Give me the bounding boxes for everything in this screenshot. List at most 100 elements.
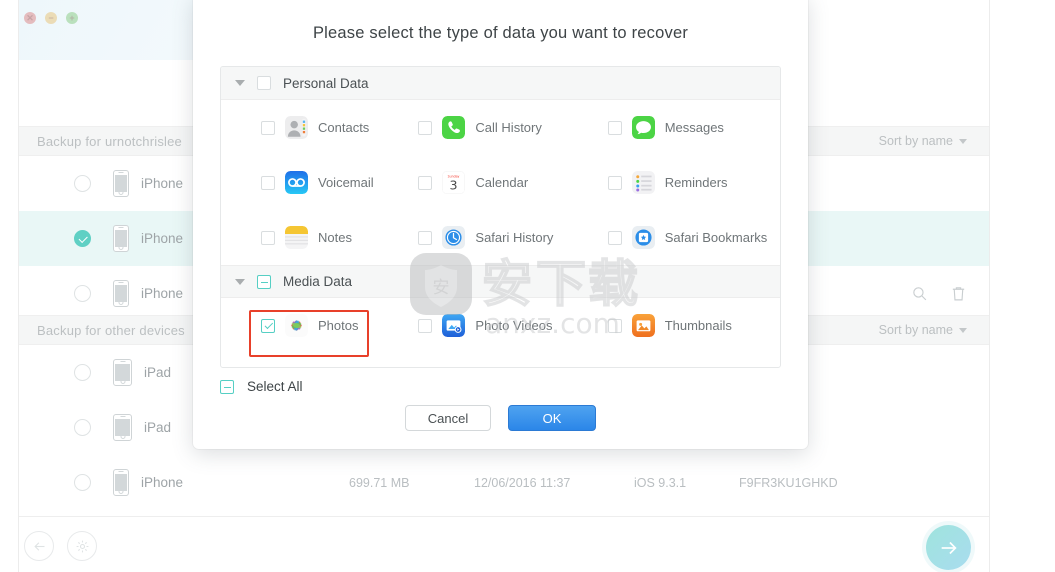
disclosure-triangle-icon[interactable] bbox=[235, 278, 245, 285]
data-type-photos[interactable]: Photos bbox=[221, 314, 410, 337]
ipad-device-icon bbox=[113, 359, 132, 386]
device-udid: F9FR3KU1GHKD bbox=[739, 475, 838, 490]
checkbox-messages[interactable] bbox=[607, 120, 622, 135]
reminders-icon bbox=[631, 171, 655, 194]
disclosure-triangle-icon[interactable] bbox=[235, 80, 245, 86]
checkbox-voicemail[interactable] bbox=[261, 175, 275, 190]
next-arrow-icon bbox=[941, 541, 957, 554]
iphone-device-icon bbox=[113, 225, 129, 252]
next-button[interactable] bbox=[926, 525, 971, 570]
dialog-title: Please select the type of data you want … bbox=[312, 24, 689, 42]
item-label: Photos bbox=[318, 318, 359, 333]
data-type-safari-bookmarks[interactable]: Safari Bookmarks bbox=[600, 226, 780, 249]
ok-button[interactable]: OK bbox=[508, 405, 596, 431]
photo-videos-icon bbox=[442, 314, 466, 337]
checkbox-safari-bookmarks[interactable] bbox=[607, 230, 622, 245]
chevron-down-icon bbox=[959, 327, 967, 333]
item-label: Voicemail bbox=[318, 175, 374, 190]
table-row[interactable]: iPhone 699.71 MB 12/06/2016 11:37 iOS 9.… bbox=[19, 455, 989, 510]
chevron-down-icon bbox=[959, 138, 967, 144]
item-label: Reminders bbox=[664, 175, 728, 190]
section-checkbox-personal-data[interactable] bbox=[257, 76, 271, 90]
item-label: Messages bbox=[664, 120, 724, 135]
grid-row: Contacts Call History Messages bbox=[221, 100, 780, 155]
checkbox-call-history[interactable] bbox=[418, 120, 433, 135]
section-header-personal-data[interactable]: Personal Data bbox=[221, 67, 780, 100]
data-type-reminders[interactable]: Reminders bbox=[600, 171, 780, 194]
data-type-contacts[interactable]: Contacts bbox=[221, 116, 410, 139]
calendar-icon: Sunday 3 bbox=[442, 171, 466, 194]
personal-data-grid: Contacts Call History Messages Voicemail… bbox=[221, 100, 780, 265]
row-select-radio[interactable] bbox=[74, 175, 91, 192]
backup-date: 12/06/2016 11:37 bbox=[474, 475, 571, 490]
photos-icon bbox=[285, 314, 308, 337]
data-type-messages[interactable]: Messages bbox=[600, 116, 780, 139]
sort-by-name-dropdown-1[interactable]: Sort by name bbox=[879, 323, 967, 337]
data-type-voicemail[interactable]: Voicemail bbox=[221, 171, 410, 194]
device-name: iPhone bbox=[141, 475, 184, 490]
data-type-call-history[interactable]: Call History bbox=[410, 116, 599, 139]
iphone-device-icon bbox=[113, 280, 129, 307]
grid-row: Voicemail Sunday 3 Calendar Reminders bbox=[221, 155, 780, 210]
phone-icon bbox=[442, 116, 466, 139]
group-title: Backup for other devices bbox=[37, 322, 185, 338]
checkbox-photos[interactable] bbox=[261, 318, 275, 333]
safari-bookmarks-icon bbox=[631, 226, 655, 249]
row-select-radio[interactable] bbox=[74, 419, 91, 436]
row-select-radio[interactable] bbox=[74, 474, 91, 491]
item-label: Photo Videos bbox=[475, 318, 553, 333]
checkbox-thumbnails[interactable] bbox=[607, 318, 622, 333]
item-label: Notes bbox=[318, 230, 352, 245]
item-label: Thumbnails bbox=[664, 318, 732, 333]
section-label: Personal Data bbox=[283, 75, 369, 91]
recover-data-type-dialog: Please select the type of data you want … bbox=[193, 0, 808, 449]
search-icon[interactable] bbox=[911, 285, 928, 302]
select-all-control[interactable]: Select All bbox=[220, 379, 303, 394]
iphone-device-icon bbox=[113, 170, 129, 197]
checkbox-safari-history[interactable] bbox=[418, 230, 433, 245]
row-actions bbox=[911, 285, 967, 302]
dialog-footer: Select All Cancel OK bbox=[193, 369, 808, 449]
gear-icon bbox=[76, 540, 88, 552]
data-type-calendar[interactable]: Sunday 3 Calendar bbox=[410, 171, 599, 194]
item-label: Safari History bbox=[475, 230, 554, 245]
thumbnails-icon bbox=[631, 314, 655, 337]
iphone-device-icon bbox=[113, 469, 129, 496]
row-select-radio[interactable] bbox=[74, 230, 91, 247]
data-type-panel: Personal Data Contacts Call History Mess… bbox=[220, 66, 781, 368]
screen: ✕ − + Backup for urnotchrislee Sort by n… bbox=[0, 0, 1055, 572]
data-type-thumbnails[interactable]: Thumbnails bbox=[600, 314, 780, 337]
media-data-grid: Photos Photo Videos Thumbnails bbox=[221, 298, 780, 353]
sort-label-text: Sort by name bbox=[878, 134, 953, 148]
row-select-radio[interactable] bbox=[74, 364, 91, 381]
sort-by-name-dropdown-0[interactable]: Sort by name bbox=[879, 134, 967, 148]
checkbox-reminders[interactable] bbox=[607, 175, 622, 190]
item-label: Contacts bbox=[318, 120, 370, 135]
back-arrow-icon bbox=[33, 541, 44, 551]
data-type-safari-history[interactable]: Safari History bbox=[410, 226, 599, 249]
item-label: Safari Bookmarks bbox=[664, 230, 768, 245]
section-header-media-data[interactable]: Media Data bbox=[221, 265, 780, 298]
ios-version: iOS 9.3.1 bbox=[634, 475, 687, 490]
data-type-photo-videos[interactable]: Photo Videos bbox=[410, 314, 599, 337]
dialog-button-row: Cancel OK bbox=[193, 405, 808, 431]
item-label: Call History bbox=[475, 120, 542, 135]
checkbox-calendar[interactable] bbox=[418, 175, 433, 190]
voicemail-icon bbox=[285, 171, 308, 194]
data-type-notes[interactable]: Notes bbox=[221, 226, 410, 249]
contacts-icon bbox=[285, 116, 308, 139]
settings-button[interactable] bbox=[67, 531, 97, 561]
backup-size: 699.71 MB bbox=[349, 475, 410, 490]
section-checkbox-media-data[interactable] bbox=[257, 274, 271, 289]
messages-icon bbox=[631, 116, 655, 139]
cancel-button[interactable]: Cancel bbox=[405, 405, 491, 431]
row-select-radio[interactable] bbox=[74, 285, 91, 302]
checkbox-contacts[interactable] bbox=[261, 120, 275, 135]
trash-icon[interactable] bbox=[950, 285, 967, 302]
checkbox-notes[interactable] bbox=[261, 230, 275, 245]
back-button[interactable] bbox=[24, 531, 54, 561]
grid-row: Photos Photo Videos Thumbnails bbox=[221, 298, 780, 353]
window-footer bbox=[19, 516, 989, 572]
checkbox-photo-videos[interactable] bbox=[418, 318, 433, 333]
checkbox-select-all[interactable] bbox=[220, 379, 234, 394]
